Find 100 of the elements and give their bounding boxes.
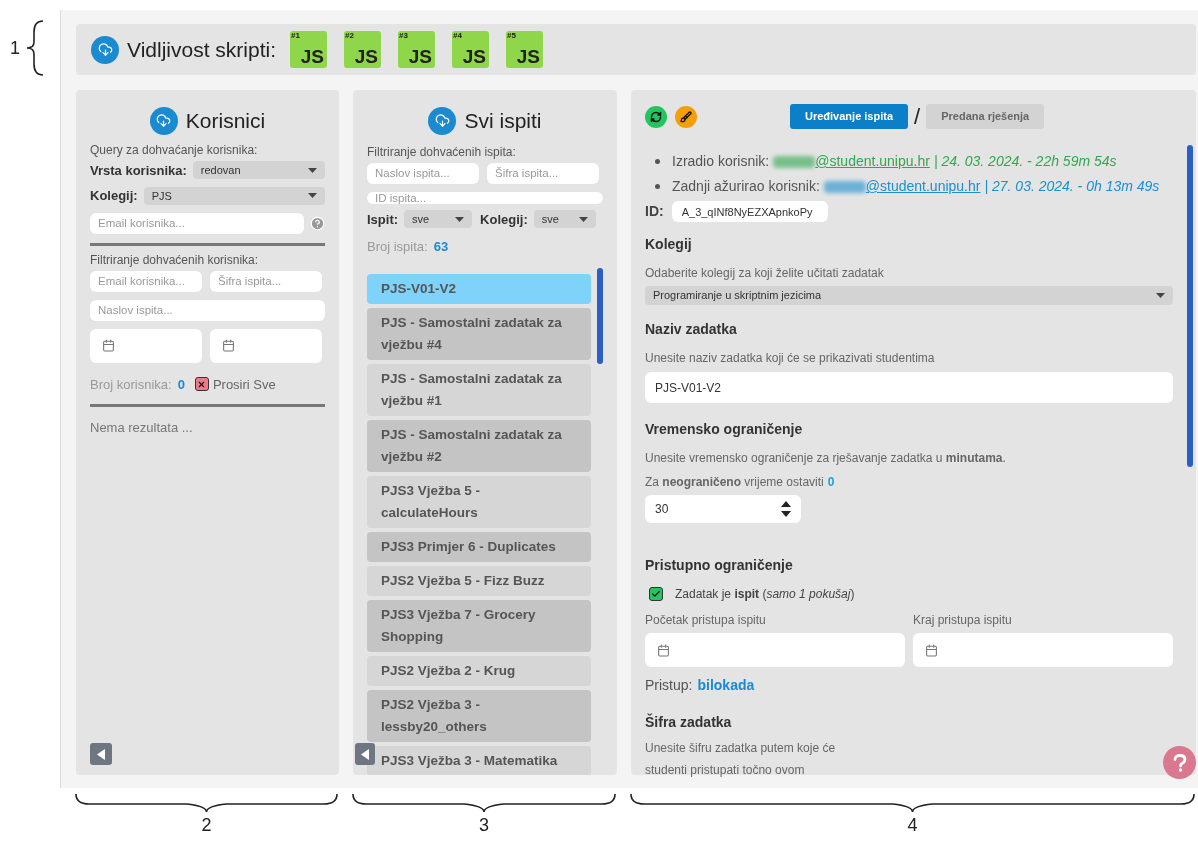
exam-list-item[interactable]: PJS2 Vježba 2 - Krug (367, 655, 592, 686)
js-script-toggle[interactable]: #1 JS (290, 31, 327, 68)
callout-number: 3 (479, 814, 489, 836)
input-field[interactable]: Email korisnika... (90, 212, 304, 234)
dropdown[interactable]: PJS (143, 186, 325, 205)
bullet-icon (655, 159, 660, 164)
id-label: ID: (645, 202, 664, 221)
date-field[interactable] (90, 328, 202, 363)
caret-icon (308, 167, 317, 173)
history-date: | 24. 03. 2024. - 22h 59m 54s (933, 152, 1117, 171)
tab-separator: / (914, 105, 921, 128)
field-label: Vrsta korisnika: (90, 161, 187, 180)
calendar-icon (657, 643, 670, 657)
checkbox-label: Zadatak je ispit (samo 1 pokušaj) (675, 586, 855, 603)
js-script-toggle[interactable]: #3 JS (398, 31, 435, 68)
cloud-download-icon (91, 35, 119, 64)
collapse-button[interactable] (90, 743, 112, 765)
number-field[interactable]: 30 (645, 495, 801, 523)
brush-icon[interactable] (675, 105, 697, 128)
history-label: Izradio korisnik: (672, 152, 770, 171)
input-field[interactable]: Naslov ispita... (367, 162, 479, 184)
exam-list-item[interactable]: PJS3 Primjer 6 - Duplicates (367, 531, 592, 562)
dropdown[interactable]: sve (404, 210, 473, 229)
header-title: Vidljivost skripti: (127, 36, 276, 63)
exam-list-item[interactable]: PJS - Samostalni zadatak za vježbu #1 (367, 363, 592, 416)
field-label: Kolegij: (90, 187, 138, 205)
exam-list-item[interactable]: PJS3 Vježba 7 - Grocery Shopping (367, 599, 592, 652)
id-field[interactable]: A_3_qINf8NyEZXApnkoPy (671, 201, 828, 222)
caret-icon (308, 193, 317, 199)
callout-number: 4 (907, 814, 918, 836)
tab[interactable]: Predana rješenja (926, 104, 1045, 129)
field-label: Kolegij: (480, 210, 528, 229)
input-field[interactable]: Šifra ispita... (487, 162, 599, 184)
exam-list-item[interactable]: PJS3 Vježba 3 - Matematika (367, 745, 592, 775)
exam-list-item[interactable]: PJS-V01-V2 (367, 273, 592, 304)
tab[interactable]: Uređivanje ispita (790, 104, 909, 129)
bullet-icon (655, 184, 660, 189)
section-hint: Odaberite kolegij za koji želite učitati zadatak (645, 265, 885, 282)
brace-drawing (26, 20, 44, 76)
count-label: Broj korisnika: (90, 375, 172, 394)
left-triangle-icon (361, 748, 369, 760)
help-icon[interactable] (310, 215, 325, 231)
callout-number: 1 (10, 37, 20, 60)
unlimited-value: 0 (827, 474, 835, 491)
name-field[interactable]: PJS-V01-V2 (645, 372, 1173, 403)
help-button[interactable] (1163, 746, 1196, 779)
js-script-toggle[interactable]: #4 JS (452, 31, 489, 68)
collapse-button[interactable] (355, 743, 375, 765)
calendar-icon (222, 339, 235, 352)
cloud-download-icon (149, 106, 178, 135)
js-script-toggle[interactable]: #2 JS (344, 31, 381, 68)
field-label: Početak pristupa ispitu (645, 612, 767, 629)
left-triangle-icon (97, 748, 105, 760)
section-title: Vremensko ograničenje (645, 420, 804, 439)
caret-icon (578, 216, 588, 222)
exam-list-item[interactable]: PJS2 Vježba 5 - Fizz Buzz (367, 565, 592, 596)
query-label: Query za dohvaćanje korisnika: (90, 141, 259, 159)
refresh-icon[interactable] (645, 105, 667, 128)
section-title: Šifra zadatka (645, 712, 733, 732)
field-label: Kraj pristupa ispitu (913, 612, 1013, 629)
checkbox[interactable] (649, 587, 663, 601)
count-value: 0 (177, 375, 185, 394)
access-label: Pristup: (645, 676, 693, 695)
input-field[interactable]: Email korisnika... (90, 270, 202, 292)
input-field[interactable]: Naslov ispita... (90, 299, 325, 321)
access-value: bilokada (697, 676, 755, 695)
dropdown[interactable]: sve (533, 210, 596, 229)
date-field[interactable] (913, 633, 1173, 667)
blurred-username (823, 180, 866, 193)
section-hint: Unesite naziv zadatka koji će se prikazivati studentima (645, 350, 936, 367)
scrollbar[interactable] (1187, 145, 1193, 467)
date-field[interactable] (210, 328, 322, 363)
blurred-username (773, 155, 816, 168)
input-field[interactable]: Šifra ispita... (210, 270, 322, 292)
history-date: | 27. 03. 2024. - 0h 13m 49s (984, 177, 1160, 196)
filter-label: Filtriranje dohvaćenih korisnika: (90, 251, 260, 269)
close-icon (194, 377, 209, 392)
input-field[interactable]: ID ispita... (367, 191, 603, 204)
exam-list-item[interactable]: PJS3 Vježba 5 - calculateHours (367, 475, 592, 528)
exam-list-item[interactable]: PJS2 Vježba 3 - lessby20_others (367, 689, 592, 742)
section-title: Pristupno ograničenje (645, 556, 794, 575)
count-label: Broj ispita: (367, 238, 428, 256)
expand-all-button[interactable]: Prosiri Sve (194, 374, 276, 394)
callout-number: 2 (201, 814, 212, 836)
exam-list-item[interactable]: PJS - Samostalni zadatak za vježbu #2 (367, 419, 592, 472)
dropdown[interactable]: Programiranje u skriptnim jezicima (645, 286, 1173, 305)
js-script-toggle[interactable]: #5 JS (506, 31, 543, 68)
count-value: 63 (433, 238, 449, 256)
exam-list-item[interactable]: PJS - Samostalni zadatak za vježbu #4 (367, 307, 592, 360)
panel-title: Svi ispiti (464, 108, 542, 134)
date-field[interactable] (645, 633, 905, 667)
dropdown[interactable]: redovan (192, 161, 325, 180)
caret-icon (1156, 293, 1165, 298)
check-icon (651, 589, 661, 599)
scrollbar[interactable] (597, 267, 603, 364)
section-hint: Za neograničeno vrijeme ostaviti (645, 474, 824, 491)
spinner-icon (781, 499, 791, 519)
email-link[interactable]: @student.unipu.hr (865, 176, 981, 197)
filter-label: Filtriranje dohvaćenih ispita: (367, 143, 517, 161)
calendar-icon (102, 339, 115, 352)
